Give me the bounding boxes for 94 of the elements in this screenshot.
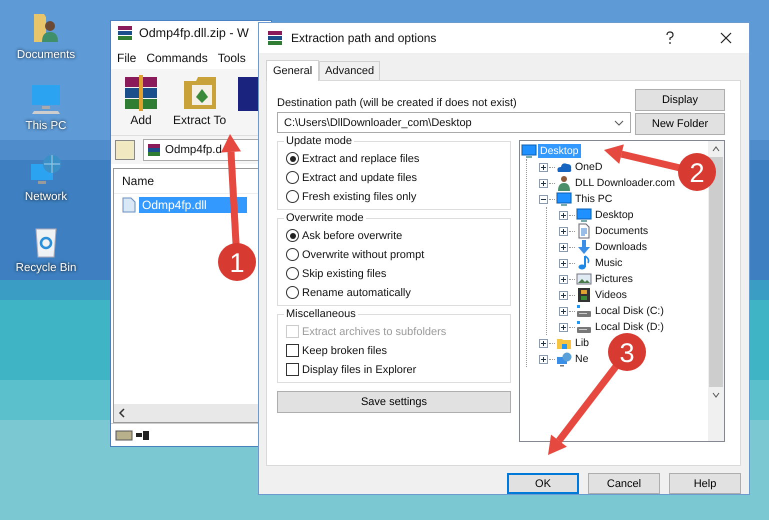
scroll-up-icon[interactable] <box>711 145 721 153</box>
expand-icon[interactable] <box>539 162 548 172</box>
scroll-left-icon[interactable] <box>117 407 127 419</box>
monitor-icon <box>556 191 572 207</box>
music-note-icon <box>576 255 592 271</box>
save-settings-button[interactable]: Save settings <box>277 391 511 413</box>
path-text: Odmp4fp.d <box>165 144 222 156</box>
dialog-title: Extraction path and options <box>291 31 438 45</box>
toolbar-button[interactable]: Add <box>121 71 161 127</box>
menu-item[interactable]: Commands <box>146 51 208 65</box>
menu-item[interactable]: Tools <box>218 51 246 65</box>
tree-item[interactable]: Downloads <box>593 240 649 254</box>
drive-key-icon <box>115 428 151 442</box>
expand-icon[interactable] <box>539 338 548 348</box>
button[interactable]: Cancel <box>588 473 660 494</box>
help-icon[interactable] <box>665 31 675 45</box>
desktop-icon-label[interactable]: Recycle Bin <box>16 262 76 274</box>
document-icon <box>576 223 592 239</box>
expand-icon[interactable] <box>539 354 548 364</box>
tree-item[interactable]: OneD <box>573 160 604 174</box>
radio-button[interactable] <box>286 152 299 165</box>
expand-icon[interactable] <box>559 306 568 316</box>
tree-item[interactable]: DLL Downloader.com <box>573 176 677 190</box>
archive-icon <box>147 143 161 157</box>
expand-icon[interactable] <box>559 226 568 236</box>
film-icon <box>576 287 592 303</box>
monitor-icon <box>576 207 592 223</box>
option-label[interactable]: Fresh existing files only <box>302 190 416 202</box>
expand-icon[interactable] <box>559 258 568 268</box>
tree-item[interactable]: This PC <box>573 192 614 206</box>
tree-item[interactable]: Desktop <box>593 208 636 222</box>
tab[interactable]: Advanced <box>319 61 380 80</box>
tree-item[interactable]: Local Disk (D:) <box>593 320 666 334</box>
scroll-down-icon[interactable] <box>711 391 721 399</box>
radio-button[interactable] <box>286 229 299 242</box>
expand-icon[interactable] <box>559 322 568 332</box>
option-label[interactable]: Extract and update files <box>302 172 417 184</box>
expand-icon[interactable] <box>559 210 568 220</box>
tree-item[interactable]: Documents <box>593 224 650 238</box>
radio-button[interactable] <box>286 248 299 261</box>
option-label[interactable]: Keep broken files <box>302 344 387 356</box>
tree-item[interactable]: Local Disk (C:) <box>593 304 666 318</box>
column-header[interactable]: Name <box>122 174 154 188</box>
path-combo-box[interactable]: C:\Users\DllDownloader_com\Desktop <box>277 112 631 133</box>
option-label[interactable]: Skip existing files <box>302 268 386 280</box>
group-title: Miscellaneous <box>284 308 358 320</box>
group-title: Update mode <box>284 135 354 147</box>
person-icon <box>556 175 572 191</box>
window-title: Odmp4fp.dll.zip - W <box>139 26 249 40</box>
menu-item[interactable]: File <box>117 51 136 65</box>
file-icon <box>122 197 136 213</box>
button[interactable]: New Folder <box>635 113 725 135</box>
radio-button[interactable] <box>286 267 299 280</box>
radio-button[interactable] <box>286 171 299 184</box>
picture-icon <box>576 271 592 287</box>
network-icon <box>556 351 572 367</box>
option-label[interactable]: Rename automatically <box>302 286 411 298</box>
desktop-icon-label[interactable]: Network <box>24 191 68 203</box>
expand-icon[interactable] <box>559 290 568 300</box>
tree-item[interactable]: Lib <box>573 336 592 350</box>
archive-icon <box>267 30 283 46</box>
expand-icon[interactable] <box>559 274 568 284</box>
field-label: Destination path (will be created if does not exist) <box>277 97 518 109</box>
tree-item[interactable]: Videos <box>593 288 629 302</box>
dropdown-icon <box>614 118 624 126</box>
download-icon <box>576 239 592 255</box>
expand-icon[interactable] <box>559 242 568 252</box>
radio-button[interactable] <box>286 286 299 299</box>
drive-icon <box>576 303 592 319</box>
tab[interactable]: General <box>266 60 320 81</box>
option-label[interactable]: Overwrite without prompt <box>302 248 424 260</box>
button[interactable]: Display <box>635 89 725 111</box>
group-title: Overwrite mode <box>284 212 366 224</box>
tree-item[interactable]: Ne <box>573 352 590 366</box>
checkbox[interactable] <box>286 363 299 376</box>
up-folder-button[interactable] <box>115 140 135 160</box>
option-label[interactable]: Extract and replace files <box>302 152 420 164</box>
radio-button[interactable] <box>286 190 299 203</box>
tree-item[interactable]: Music <box>593 256 624 270</box>
monitor-icon <box>521 143 537 159</box>
drive-icon <box>576 319 592 335</box>
tree-item[interactable]: Pictures <box>593 272 635 286</box>
option-label[interactable]: Display files in Explorer <box>302 364 416 376</box>
vertical-scrollbar[interactable] <box>708 141 724 441</box>
button[interactable]: OK <box>507 473 579 494</box>
toolbar-button[interactable]: Extract To <box>173 71 226 127</box>
scrollbar-thumb[interactable] <box>709 157 723 387</box>
close-icon[interactable] <box>719 31 733 45</box>
archive-icon <box>117 25 133 41</box>
expand-icon[interactable] <box>539 178 548 188</box>
option-label[interactable]: Ask before overwrite <box>302 230 402 242</box>
button[interactable]: Help <box>669 473 741 494</box>
collapse-icon[interactable] <box>539 194 548 204</box>
checkbox[interactable] <box>286 344 299 357</box>
